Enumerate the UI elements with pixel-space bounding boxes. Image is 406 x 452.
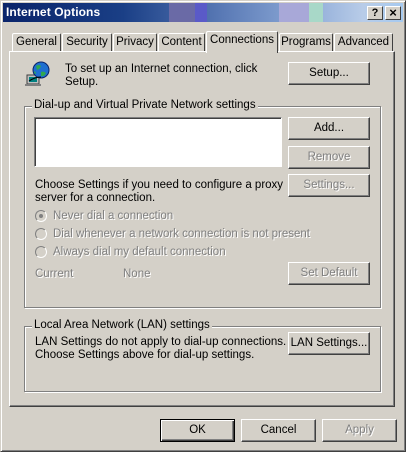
radio-never-dial[interactable] — [35, 210, 47, 222]
tab-programs[interactable]: Programs — [279, 33, 333, 51]
remove-button[interactable]: Remove — [288, 146, 370, 169]
lan-text-line2: Choose Settings above for dial-up settin… — [35, 349, 255, 361]
setup-text-line2: Setup. — [65, 76, 99, 88]
close-button[interactable]: × — [385, 6, 401, 20]
tab-privacy[interactable]: Privacy — [113, 33, 157, 51]
title-bar-stripe — [195, 3, 207, 22]
radio-never-dial-label: Never dial a connection — [53, 210, 174, 222]
tab-advanced[interactable]: Advanced — [334, 33, 393, 51]
tab-general[interactable]: General — [12, 33, 61, 51]
tab-connections[interactable]: Connections — [206, 31, 278, 53]
cancel-button[interactable]: Cancel — [241, 419, 316, 442]
title-bar-stripe — [169, 3, 195, 22]
settings-button[interactable]: Settings... — [288, 174, 370, 197]
network-globe-icon — [25, 61, 50, 86]
radio-dial-when-no-network[interactable] — [35, 228, 47, 240]
connections-listbox[interactable] — [34, 117, 282, 167]
set-default-button[interactable]: Set Default — [288, 262, 370, 285]
setup-text-line1: To set up an Internet connection, click — [65, 63, 258, 75]
tab-content[interactable]: Content — [158, 33, 205, 51]
lan-settings-button[interactable]: LAN Settings... — [288, 332, 370, 355]
radio-dot — [39, 214, 43, 218]
add-button[interactable]: Add... — [288, 117, 370, 140]
lan-settings-group-label: Local Area Network (LAN) settings — [32, 319, 212, 331]
proxy-hint-line1: Choose Settings if you need to configure… — [35, 179, 284, 191]
radio-always-dial[interactable] — [35, 246, 47, 258]
help-button[interactable]: ? — [367, 6, 383, 20]
title-bar-stripe — [279, 3, 309, 22]
internet-options-dialog: Internet Options ? × General Security Pr… — [0, 0, 406, 452]
title-bar-stripe — [309, 3, 323, 22]
current-value: None — [123, 268, 151, 280]
window-title: Internet Options — [6, 5, 101, 19]
current-label: Current — [35, 268, 74, 280]
ok-button[interactable]: OK — [160, 419, 235, 442]
radio-always-dial-label: Always dial my default connection — [53, 246, 226, 258]
radio-dial-when-no-network-label: Dial whenever a network connection is no… — [53, 228, 310, 240]
title-bar[interactable]: Internet Options ? × — [3, 3, 403, 22]
apply-button[interactable]: Apply — [322, 419, 397, 442]
dialup-vpn-group-label: Dial-up and Virtual Private Network sett… — [32, 99, 258, 111]
lan-text-line1: LAN Settings do not apply to dial-up con… — [35, 336, 287, 348]
proxy-hint-line2: server for a connection. — [35, 192, 156, 204]
setup-button[interactable]: Setup... — [288, 62, 370, 85]
tab-security[interactable]: Security — [62, 33, 112, 51]
